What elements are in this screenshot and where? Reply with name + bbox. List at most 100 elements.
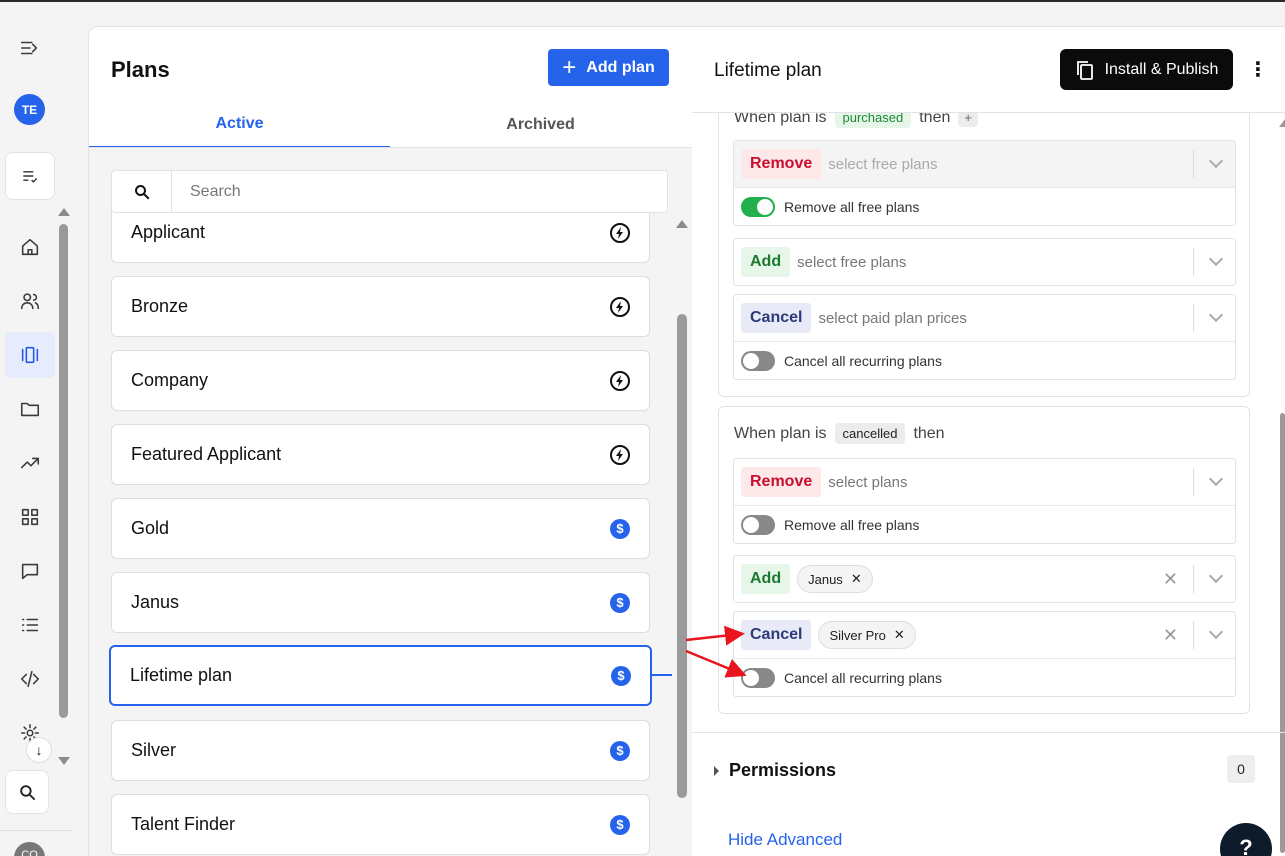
chevron-down-icon[interactable] (1208, 568, 1224, 584)
search-input[interactable] (172, 182, 652, 201)
bolt-icon (610, 296, 630, 317)
search-icon[interactable] (5, 770, 49, 814)
rail-scroll-up-icon[interactable] (58, 208, 70, 216)
caret-right-icon (714, 765, 719, 776)
home-icon[interactable] (5, 224, 55, 270)
install-publish-button[interactable]: Install & Publish (1060, 49, 1233, 90)
plan-name: Bronze (131, 296, 189, 316)
chevron-down-icon[interactable] (1208, 307, 1224, 323)
expand-menu-icon[interactable] (5, 25, 55, 71)
cancel-all-recurring-toggle[interactable] (741, 667, 775, 688)
dollar-icon: $ (611, 665, 631, 686)
permissions-divider (692, 732, 1285, 733)
toggle-label: Cancel all recurring plans (784, 669, 942, 686)
plan-item-janus[interactable]: Janus $ (111, 572, 650, 633)
condition-prefix: When plan is (734, 424, 827, 442)
plan-name: Featured Applicant (131, 444, 282, 464)
chevron-down-icon[interactable] (1208, 153, 1224, 169)
event-chip-cancelled[interactable]: cancelled (834, 423, 906, 444)
list-icon[interactable] (5, 602, 55, 648)
remove-all-free-toggle-row: Remove all free plans (734, 187, 1235, 225)
tab-archived[interactable]: Archived (390, 102, 691, 148)
comments-icon[interactable] (5, 548, 55, 594)
purchased-rule-card: When plan is purchased then + Remove sel… (718, 87, 1250, 397)
remove-all-free-toggle[interactable] (741, 514, 775, 535)
dollar-icon: $ (610, 592, 630, 613)
code-icon[interactable] (5, 656, 55, 702)
cancelled-condition: When plan is cancelled then (734, 423, 945, 444)
remove-select[interactable]: Remove select plans (734, 459, 1235, 505)
pill-label: Janus (808, 571, 843, 587)
bolt-icon (610, 222, 630, 243)
plan-item-silver[interactable]: Silver $ (111, 720, 650, 781)
detail-scroll-up-icon[interactable] (1279, 119, 1285, 127)
tab-active[interactable]: Active (89, 102, 390, 148)
clear-icon[interactable]: ✕ (1163, 569, 1178, 590)
apps-grid-icon[interactable] (5, 494, 55, 540)
bottom-avatar[interactable]: CO (14, 842, 45, 856)
cancel-select[interactable]: Cancel Silver Pro ✕ ✕ (734, 612, 1235, 658)
cancel-all-recurring-toggle[interactable] (741, 350, 775, 371)
detail-scrollbar[interactable] (1280, 413, 1285, 853)
add-tag: Add (741, 247, 791, 277)
avatar[interactable]: TE (14, 94, 45, 125)
plus-icon: + (562, 53, 577, 81)
select-separator (1193, 248, 1194, 276)
page-title: Plans (111, 57, 170, 82)
plan-item-company[interactable]: Company (111, 350, 650, 411)
plan-name: Talent Finder (131, 814, 236, 834)
plan-item-lifetime-plan[interactable]: Lifetime plan $ (109, 645, 652, 706)
cancel-rule: Cancel select paid plan prices Cancel al… (733, 294, 1236, 380)
arrow-down-icon[interactable]: ↓ (26, 737, 52, 763)
add-plan-button[interactable]: + Add plan (548, 49, 669, 86)
chevron-down-icon[interactable] (1208, 624, 1224, 640)
cancel-tag: Cancel (741, 620, 812, 650)
plan-item-featured-applicant[interactable]: Featured Applicant (111, 424, 650, 485)
plan-list-scrollbar[interactable] (677, 314, 687, 798)
selected-plan-pill: Silver Pro ✕ (818, 621, 916, 649)
rail-divider (0, 830, 72, 831)
add-placeholder: select free plans (797, 253, 907, 271)
cancel-all-recurring-toggle-row: Cancel all recurring plans (734, 658, 1235, 696)
left-rail: TE ↓ CO (0, 2, 72, 856)
more-options-icon[interactable]: ⋮ (1248, 57, 1268, 82)
selected-plan-pill: Janus ✕ (797, 565, 873, 593)
remove-select[interactable]: Remove select free plans (734, 141, 1235, 187)
detail-title: Lifetime plan (714, 60, 822, 81)
permissions-toggle[interactable]: Permissions (714, 760, 836, 781)
copy-icon (1076, 60, 1093, 80)
plan-detail-panel: When plan is purchased then + Remove sel… (692, 26, 1285, 856)
permissions-count-badge: 0 (1227, 755, 1255, 783)
rail-scrollbar[interactable] (59, 224, 68, 718)
remove-all-free-toggle-row: Remove all free plans (734, 505, 1235, 543)
cancel-select[interactable]: Cancel select paid plan prices (734, 295, 1235, 341)
rail-scroll-down-icon[interactable] (58, 757, 70, 765)
chevron-down-icon[interactable] (1208, 251, 1224, 267)
analytics-icon[interactable] (5, 440, 55, 486)
plan-item-gold[interactable]: Gold $ (111, 498, 650, 559)
remove-pill-icon[interactable]: ✕ (894, 627, 905, 643)
remove-pill-icon[interactable]: ✕ (851, 571, 862, 587)
remove-placeholder: select plans (828, 473, 908, 491)
add-select[interactable]: Add Janus ✕ ✕ (734, 556, 1235, 602)
add-plan-label: Add plan (586, 58, 655, 76)
hide-advanced-link[interactable]: Hide Advanced (728, 830, 842, 850)
search-icon (112, 171, 172, 212)
select-separator (1193, 150, 1194, 178)
clear-icon[interactable]: ✕ (1163, 625, 1178, 646)
add-select[interactable]: Add select free plans (734, 239, 1235, 285)
list-scroll-up-icon[interactable] (676, 220, 688, 228)
folder-icon[interactable] (5, 386, 55, 432)
remove-all-free-toggle[interactable] (741, 196, 775, 217)
chevron-down-icon[interactable] (1208, 471, 1224, 487)
plan-item-bronze[interactable]: Bronze (111, 276, 650, 337)
bolt-icon (610, 444, 630, 465)
checklist-button[interactable] (5, 152, 55, 200)
cancel-tag: Cancel (741, 303, 812, 333)
remove-rule: Remove select free plans Remove all free… (733, 140, 1236, 226)
help-button[interactable]: ? (1220, 823, 1272, 856)
plan-item-talent-finder[interactable]: Talent Finder $ (111, 794, 650, 855)
plans-icon[interactable] (5, 332, 55, 378)
plans-panel: Plans + Add plan Active Archived Applica… (88, 26, 693, 856)
members-icon[interactable] (5, 278, 55, 324)
